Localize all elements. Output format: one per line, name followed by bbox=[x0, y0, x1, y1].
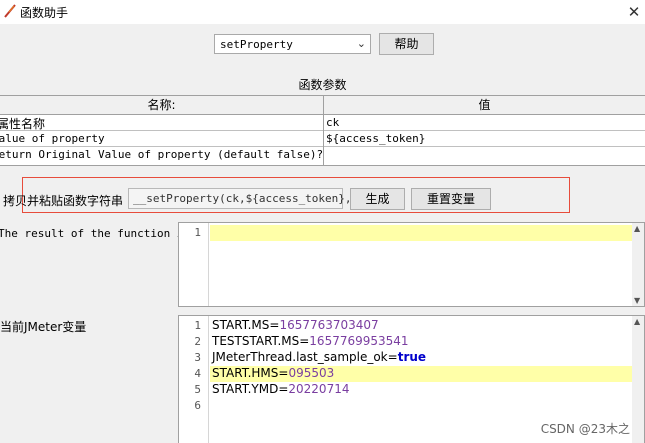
code-line: START.MS=1657763703407 bbox=[212, 318, 379, 332]
var-value: true bbox=[397, 350, 427, 364]
watermark: CSDN @23木之 bbox=[540, 422, 630, 436]
chevron-down-icon: ⌄ bbox=[356, 37, 366, 50]
code-line: JMeterThread.last_sample_ok=true bbox=[212, 350, 426, 364]
line-number: 2 bbox=[194, 335, 201, 348]
function-select[interactable]: setProperty ⌄ bbox=[214, 34, 371, 54]
line-number: 4 bbox=[194, 367, 201, 380]
title-bar: 函数助手 ✕ bbox=[0, 0, 645, 24]
reset-variables-button[interactable]: 重置变量 bbox=[411, 188, 491, 210]
column-divider bbox=[323, 96, 324, 165]
column-header-name: 名称: bbox=[0, 96, 323, 115]
result-label: The result of the function is bbox=[0, 227, 191, 240]
vertical-scrollbar[interactable]: ▲ bbox=[632, 316, 644, 443]
line-number: 6 bbox=[194, 399, 201, 412]
copy-label: 拷贝并粘贴函数字符串 bbox=[3, 194, 124, 208]
var-key: JMeterThread.last_sample_ok= bbox=[212, 350, 398, 364]
params-table: 名称: 值 属性名称 ck Value of property ${access… bbox=[0, 95, 645, 166]
generate-button[interactable]: 生成 bbox=[350, 188, 405, 210]
var-key: START.HMS= bbox=[212, 366, 289, 380]
vars-label: 当前JMeter变量 bbox=[0, 320, 87, 334]
code-line: TESTSTART.MS=1657769953541 bbox=[212, 334, 409, 348]
line-number: 5 bbox=[194, 383, 201, 396]
var-key: START.YMD= bbox=[212, 382, 289, 396]
line-number: 1 bbox=[194, 226, 201, 239]
params-heading: 函数参数 bbox=[298, 78, 347, 92]
scroll-up-icon[interactable]: ▲ bbox=[634, 317, 640, 326]
code-line: START.YMD=20220714 bbox=[212, 382, 349, 396]
param-name: Return Original Value of property (defau… bbox=[0, 148, 324, 161]
current-line-highlight bbox=[210, 225, 633, 241]
close-icon[interactable]: ✕ bbox=[623, 0, 645, 24]
function-string-value: __setProperty(ck,${access_token},)} bbox=[133, 192, 365, 205]
line-number: 3 bbox=[194, 351, 201, 364]
line-number: 1 bbox=[194, 319, 201, 332]
var-value: 1657763703407 bbox=[279, 318, 379, 332]
param-value[interactable]: ck bbox=[326, 116, 339, 129]
var-key: TESTSTART.MS= bbox=[212, 334, 310, 348]
help-button[interactable]: 帮助 bbox=[379, 33, 434, 55]
result-textarea[interactable]: 1 ▲ ▼ bbox=[178, 222, 645, 307]
param-name: 属性名称 bbox=[0, 117, 46, 131]
window-title: 函数助手 bbox=[20, 6, 69, 20]
var-value: 095503 bbox=[288, 366, 335, 380]
scroll-up-icon[interactable]: ▲ bbox=[634, 224, 640, 233]
param-value[interactable]: ${access_token} bbox=[326, 132, 425, 145]
var-value: 20220714 bbox=[288, 382, 350, 396]
param-name: Value of property bbox=[0, 132, 105, 145]
scroll-down-icon[interactable]: ▼ bbox=[634, 296, 640, 305]
function-string-field[interactable]: __setProperty(ck,${access_token},)} bbox=[128, 188, 365, 209]
var-value: 1657769953541 bbox=[309, 334, 409, 348]
column-header-value: 值 bbox=[324, 96, 645, 115]
var-key: START.MS= bbox=[212, 318, 280, 332]
function-select-value: setProperty bbox=[220, 38, 293, 51]
feather-icon bbox=[4, 4, 16, 18]
line-number-gutter: 1 2 3 4 5 6 bbox=[179, 316, 209, 443]
vertical-scrollbar[interactable]: ▲ ▼ bbox=[632, 223, 644, 306]
line-number-gutter: 1 bbox=[179, 223, 209, 306]
code-line: START.HMS=095503 bbox=[212, 366, 334, 380]
